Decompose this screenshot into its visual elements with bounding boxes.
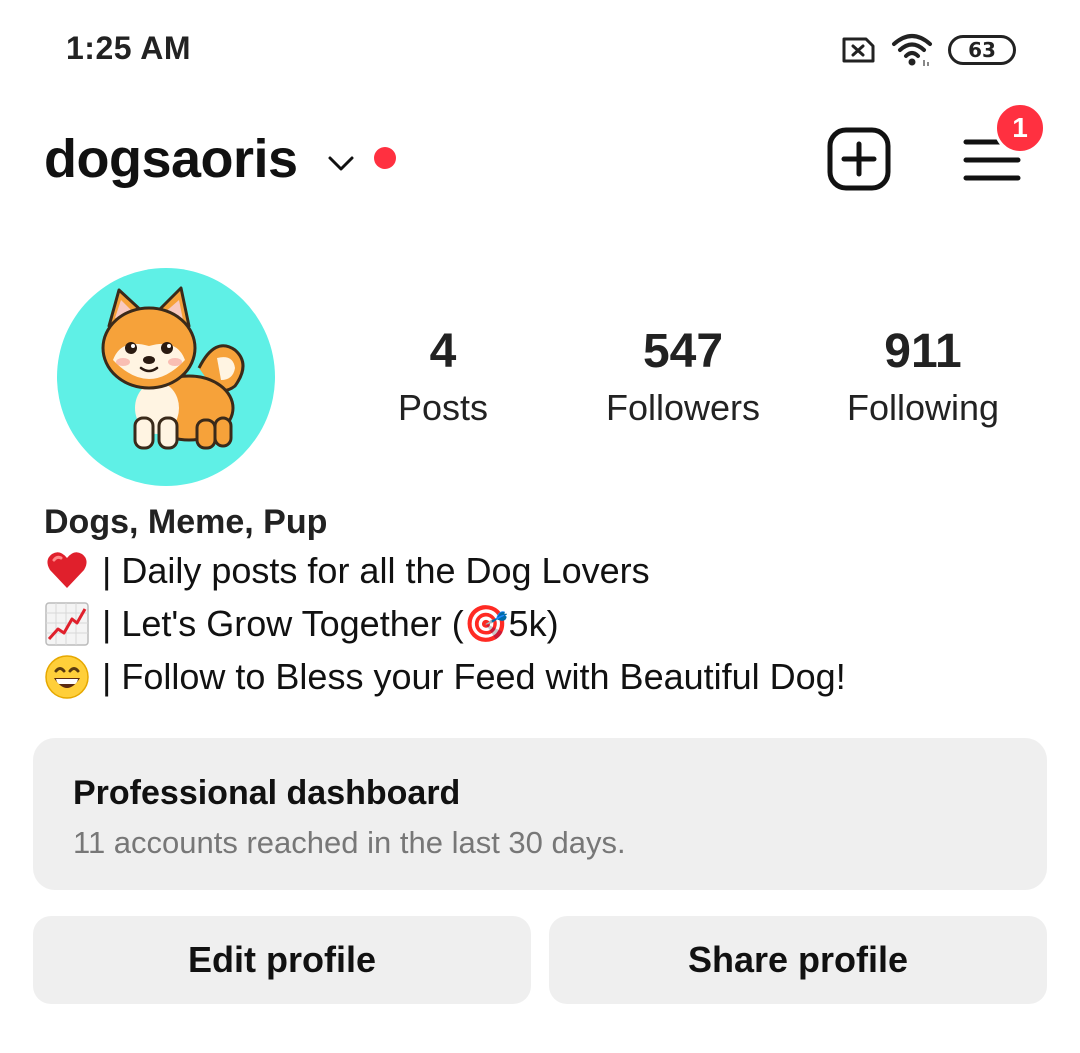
bio: Dogs, Meme, Pup | Daily posts for all th…	[44, 500, 1044, 703]
following-count: 911	[884, 325, 962, 378]
posts-stat[interactable]: 4 Posts	[323, 324, 563, 429]
notification-dot	[374, 147, 396, 169]
profile-header: dogsaoris 1	[0, 102, 1080, 210]
posts-count: 4	[429, 325, 457, 378]
bio-line: | Let's Grow Together (🎯5k)	[44, 597, 1044, 650]
status-icons: 63	[840, 32, 1016, 68]
sim-off-icon	[842, 37, 875, 63]
grinning-face-emoji-icon	[45, 654, 89, 699]
battery-level: 63	[968, 38, 996, 62]
following-stat[interactable]: 911 Following	[803, 324, 1043, 429]
chevron-down-icon[interactable]	[326, 152, 356, 176]
status-time: 1:25 AM	[66, 30, 192, 66]
bio-line: | Daily posts for all the Dog Lovers	[44, 544, 1044, 597]
bio-name: Dogs, Meme, Pup	[44, 503, 328, 541]
menu-notification-badge: 1	[994, 102, 1046, 154]
share-profile-button[interactable]: Share profile	[549, 916, 1047, 1004]
avatar[interactable]	[57, 268, 275, 486]
followers-stat[interactable]: 547 Followers	[563, 324, 803, 429]
status-bar: 1:25 AM 63	[0, 0, 1080, 100]
posts-label: Posts	[397, 387, 489, 428]
username-switcher[interactable]: dogsaoris	[44, 128, 298, 190]
followers-label: Followers	[605, 387, 761, 428]
dashboard-title: Professional dashboard	[73, 774, 461, 812]
bio-line: | Follow to Bless your Feed with Beautif…	[44, 650, 1044, 703]
create-post-button[interactable]	[826, 126, 892, 192]
professional-dashboard-card[interactable]: Professional dashboard 11 accounts reach…	[33, 738, 1047, 890]
wifi-icon	[892, 34, 932, 66]
bio-line-text: | Follow to Bless your Feed with Beautif…	[102, 656, 846, 697]
shiba-dog-icon	[101, 286, 245, 450]
heart-emoji-icon	[47, 551, 87, 588]
dashboard-subtitle: 11 accounts reached in the last 30 days.	[73, 825, 626, 860]
bio-line-text: | Daily posts for all the Dog Lovers	[102, 550, 650, 591]
battery-icon: 63	[948, 35, 1016, 65]
following-label: Following	[846, 387, 1000, 428]
edit-profile-button[interactable]: Edit profile	[33, 916, 531, 1004]
bio-line-text: | Let's Grow Together (🎯5k)	[102, 603, 559, 644]
chart-increasing-emoji-icon	[45, 601, 89, 646]
followers-count: 547	[642, 325, 724, 378]
